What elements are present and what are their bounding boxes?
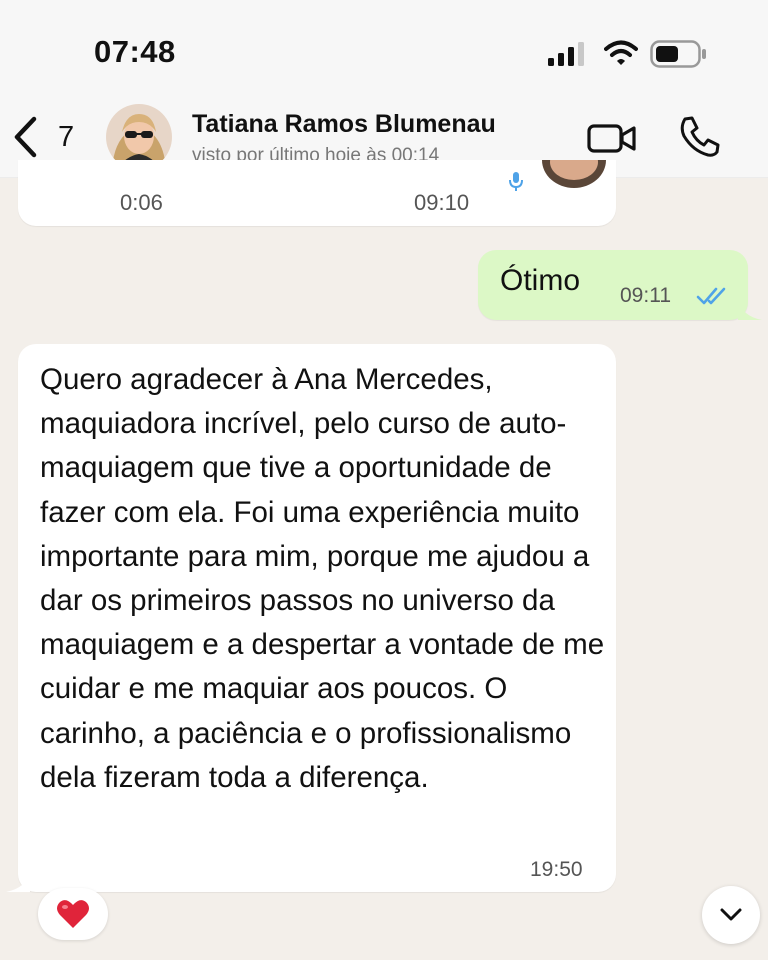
reaction-badge[interactable]	[38, 888, 108, 940]
unread-count: 7	[58, 120, 75, 153]
bubble-tail	[6, 872, 30, 892]
wifi-icon	[604, 40, 638, 65]
video-camera-icon[interactable]	[586, 118, 638, 158]
status-time: 07:48	[94, 34, 176, 69]
audio-message-bubble[interactable]: 0:06 09:10	[18, 160, 616, 226]
message-time: 09:11	[620, 284, 671, 307]
outgoing-message-bubble[interactable]: Ótimo 09:11	[478, 250, 762, 320]
contact-name[interactable]: Tatiana Ramos Blumenau	[192, 110, 496, 139]
red-heart-icon	[57, 900, 89, 928]
message-text: Ótimo	[500, 264, 581, 297]
bubble-tail	[738, 300, 762, 320]
microphone-icon	[509, 172, 523, 191]
back-chevron-icon	[14, 116, 37, 158]
chevron-down-icon	[720, 908, 742, 921]
back-button[interactable]: 7	[12, 110, 74, 164]
incoming-message-bubble[interactable]: Quero agradecer à Ana Mercedes, maquiado…	[6, 344, 616, 892]
message-time: 09:10	[414, 190, 470, 215]
scroll-to-bottom-button[interactable]	[702, 886, 760, 944]
sender-avatar	[542, 160, 606, 188]
phone-icon[interactable]	[676, 114, 722, 160]
message-text: Quero agradecer à Ana Mercedes, maquiado…	[40, 363, 605, 794]
signal-icon	[548, 42, 584, 66]
message-time: 19:50	[530, 858, 583, 881]
chat-screen: 07:48 7 Tatiana Ramos Blumenau visto por…	[0, 0, 768, 960]
audio-duration: 0:06	[120, 190, 163, 215]
status-bar: 07:48	[0, 0, 768, 100]
double-check-icon	[696, 287, 726, 305]
battery-icon	[650, 40, 706, 68]
